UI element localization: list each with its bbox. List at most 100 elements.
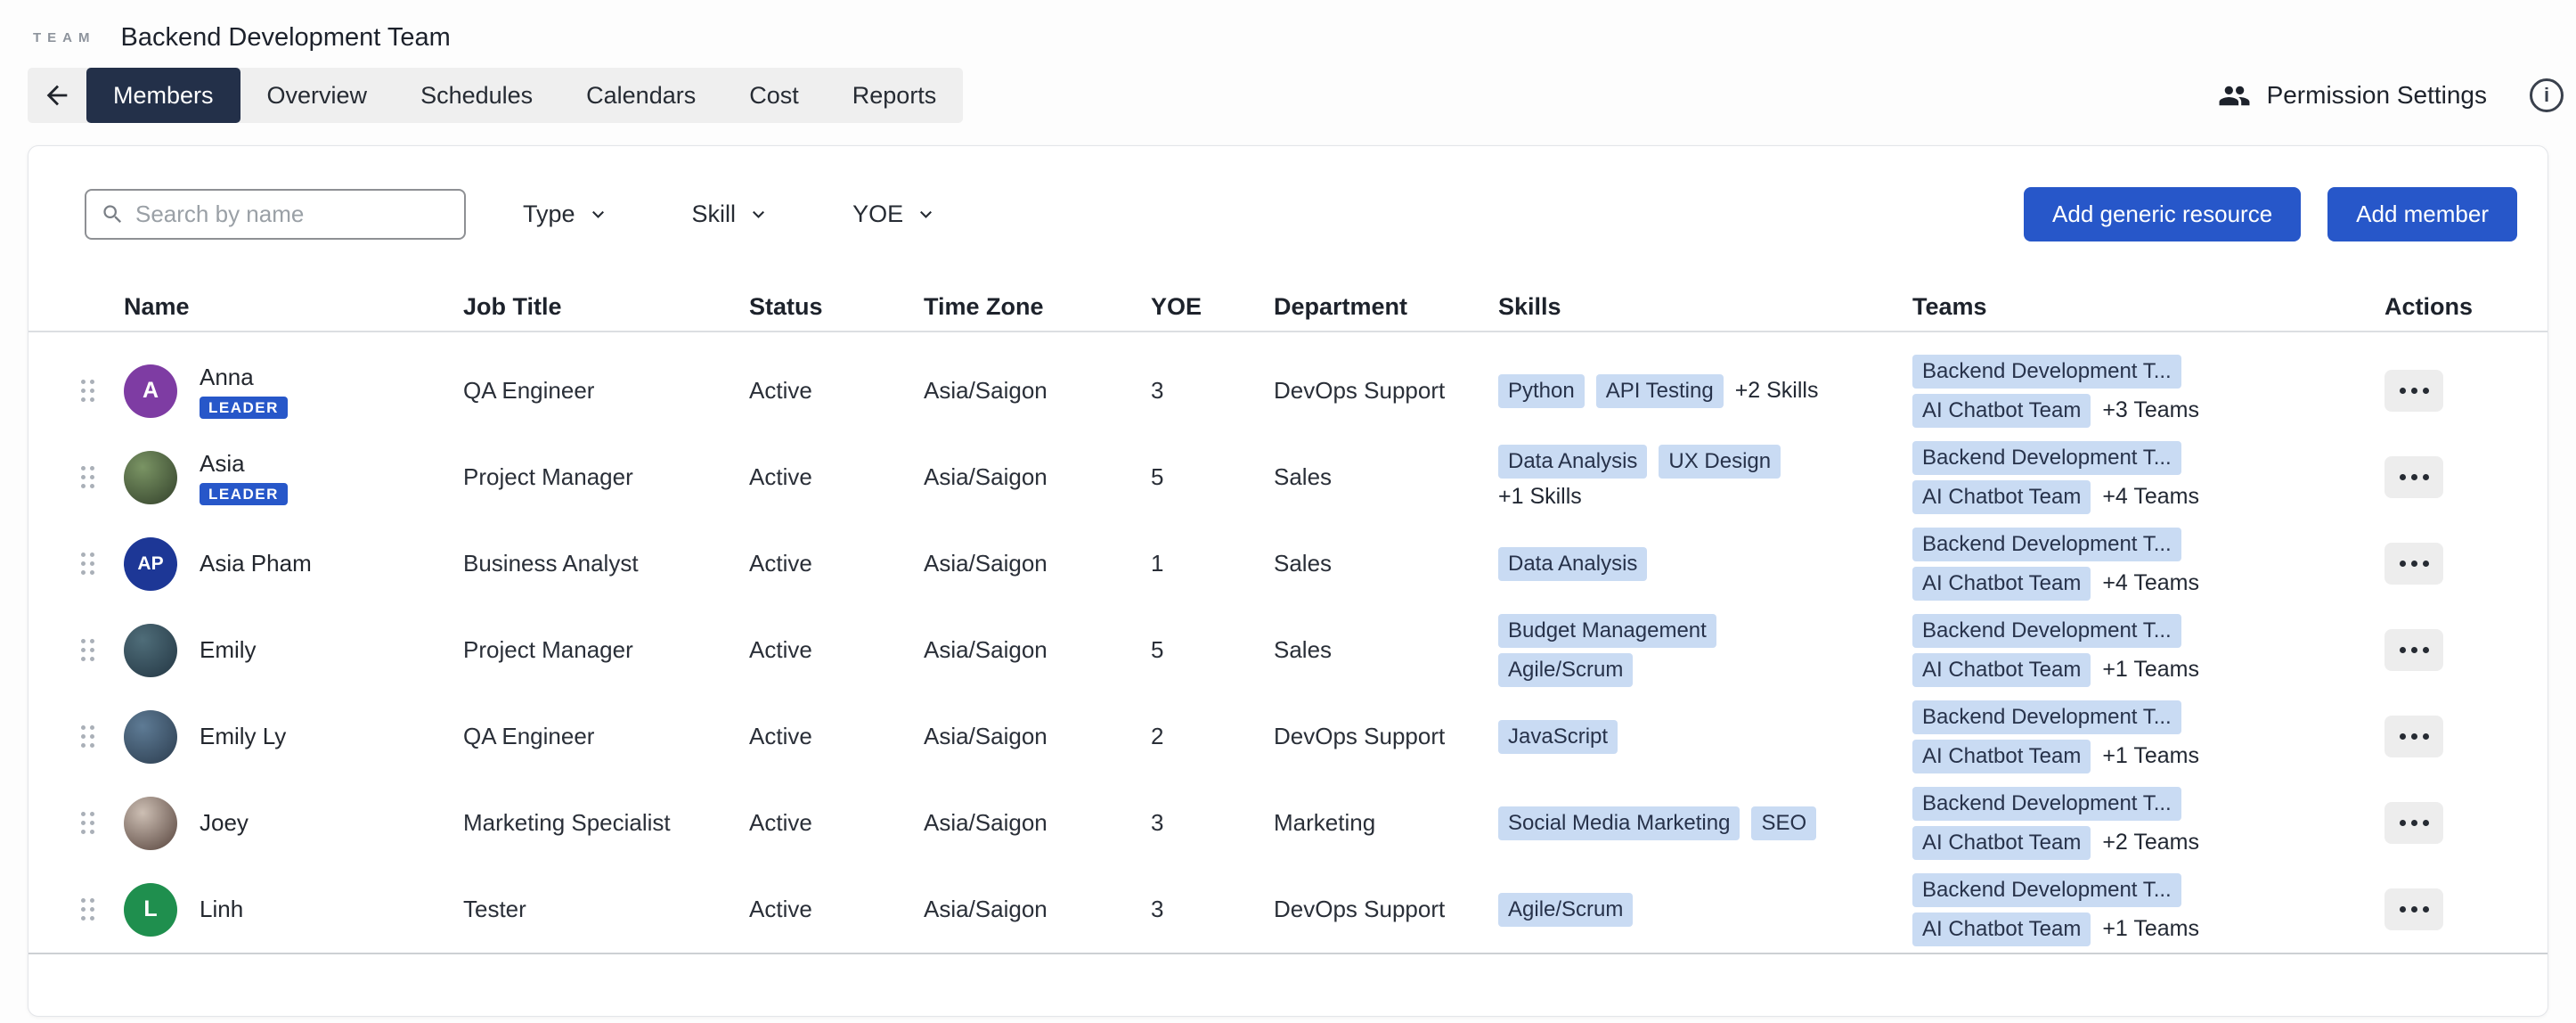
yoe-cell: 5 xyxy=(1151,463,1274,491)
team-line: AI Chatbot Team +1 Teams xyxy=(1912,913,2199,946)
tab-members[interactable]: Members xyxy=(86,68,240,123)
team-chip: Backend Development T... xyxy=(1912,873,2181,907)
skill-line: Agile/Scrum xyxy=(1498,653,1633,687)
column-header-teams: Teams xyxy=(1912,293,2384,321)
search-input[interactable] xyxy=(135,201,450,228)
row-actions-button[interactable] xyxy=(2384,456,2443,498)
more-teams[interactable]: +1 Teams xyxy=(2102,743,2199,769)
add-generic-resource-button[interactable]: Add generic resource xyxy=(2024,187,2301,241)
filter-skill[interactable]: Skill xyxy=(692,201,770,228)
toolbar: Type Skill YOE Add generic resource Add me… xyxy=(29,146,2547,241)
row-actions-button[interactable] xyxy=(2384,370,2443,412)
team-chip: Backend Development T... xyxy=(1912,787,2181,821)
member-cell: Emily Ly xyxy=(124,710,463,764)
skill-chip: SEO xyxy=(1751,806,1816,840)
info-icon[interactable]: i xyxy=(2530,78,2564,112)
job-title-cell: QA Engineer xyxy=(463,377,749,405)
team-line: Backend Development T... xyxy=(1912,873,2181,907)
permission-settings-label: Permission Settings xyxy=(2267,81,2487,110)
more-skills[interactable]: +2 Skills xyxy=(1735,378,1819,404)
table-row: Emily LyQA EngineerActiveAsia/Saigon2Dev… xyxy=(29,693,2547,780)
add-member-button[interactable]: Add member xyxy=(2327,187,2517,241)
row-actions-button[interactable] xyxy=(2384,716,2443,757)
yoe-cell: 3 xyxy=(1151,377,1274,405)
filter-bar: Type Skill YOE xyxy=(523,201,936,228)
drag-handle[interactable] xyxy=(81,812,94,834)
team-line: AI Chatbot Team+3 Teams xyxy=(1912,394,2199,428)
tab-schedules[interactable]: Schedules xyxy=(394,68,559,123)
more-teams[interactable]: +2 Teams xyxy=(2102,830,2199,855)
back-button[interactable] xyxy=(28,68,86,123)
more-skills[interactable]: +1 Skills xyxy=(1498,484,1582,510)
name-block: Joey xyxy=(200,809,249,837)
member-name: Asia xyxy=(200,450,288,478)
drag-handle[interactable] xyxy=(81,725,94,748)
column-header-department: Department xyxy=(1274,293,1498,321)
filter-type[interactable]: Type xyxy=(523,201,608,228)
skill-chip: Agile/Scrum xyxy=(1498,653,1633,687)
team-chip: AI Chatbot Team xyxy=(1912,913,2091,946)
chevron-down-icon xyxy=(748,204,769,225)
department-cell: Sales xyxy=(1274,550,1498,577)
member-name: Anna xyxy=(200,364,288,391)
name-block: Emily xyxy=(200,636,257,664)
skill-chip: Budget Management xyxy=(1498,614,1716,648)
avatar: AP xyxy=(124,537,177,591)
skills-cell: Data Analysis xyxy=(1498,547,1912,581)
tab-calendars[interactable]: Calendars xyxy=(559,68,722,123)
time-zone-cell: Asia/Saigon xyxy=(924,896,1151,923)
team-line: Backend Development T... xyxy=(1912,700,2181,734)
team-chip: Backend Development T... xyxy=(1912,528,2181,561)
time-zone-cell: Asia/Saigon xyxy=(924,809,1151,837)
time-zone-cell: Asia/Saigon xyxy=(924,377,1151,405)
teams-cell: Backend Development T...AI Chatbot Team+… xyxy=(1912,787,2384,860)
more-teams[interactable]: +1 Teams xyxy=(2102,657,2199,683)
actions-cell xyxy=(2384,629,2517,671)
drag-handle[interactable] xyxy=(81,898,94,921)
more-teams[interactable]: +1 Teams xyxy=(2102,916,2199,942)
member-cell: Emily xyxy=(124,624,463,677)
more-teams[interactable]: +4 Teams xyxy=(2102,570,2199,596)
name-block: AsiaLEADER xyxy=(200,450,288,505)
row-actions-button[interactable] xyxy=(2384,629,2443,671)
skills-cell: Budget Management Agile/Scrum xyxy=(1498,614,1912,687)
teams-cell: Backend Development T... AI Chatbot Team+… xyxy=(1912,528,2384,601)
column-header-status: Status xyxy=(749,293,924,321)
permission-settings-button[interactable]: Permission Settings xyxy=(2218,79,2487,112)
column-header-job-title: Job Title xyxy=(463,293,749,321)
more-teams[interactable]: +3 Teams xyxy=(2102,397,2199,423)
drag-handle[interactable] xyxy=(81,639,94,661)
table-row: LLinhTesterActiveAsia/Saigon3DevOps Supp… xyxy=(29,866,2547,953)
row-actions-button[interactable] xyxy=(2384,802,2443,844)
team-line: Backend Development T... xyxy=(1912,528,2181,561)
tab-reports[interactable]: Reports xyxy=(826,68,964,123)
member-name: Emily xyxy=(200,636,257,664)
skills-cell: Agile/Scrum xyxy=(1498,893,1912,927)
tab-overview[interactable]: Overview xyxy=(240,68,395,123)
handle-cell xyxy=(81,552,124,575)
more-teams[interactable]: +4 Teams xyxy=(2102,484,2199,510)
drag-handle[interactable] xyxy=(81,380,94,402)
filter-yoe[interactable]: YOE xyxy=(852,201,936,228)
drag-handle[interactable] xyxy=(81,552,94,575)
member-name: Linh xyxy=(200,896,243,923)
handle-cell xyxy=(81,466,124,488)
status-cell: Active xyxy=(749,636,924,664)
team-line: AI Chatbot Team+1 Teams xyxy=(1912,740,2199,773)
skill-line: Social Media MarketingSEO xyxy=(1498,806,1816,840)
skill-line: +1 Skills xyxy=(1498,484,1582,510)
department-cell: Marketing xyxy=(1274,809,1498,837)
row-actions-button[interactable] xyxy=(2384,543,2443,585)
handle-cell xyxy=(81,639,124,661)
column-header-time-zone: Time Zone xyxy=(924,293,1151,321)
skill-chip: Data Analysis xyxy=(1498,547,1647,581)
teams-cell: Backend Development T... AI Chatbot Team+… xyxy=(1912,700,2384,773)
status-cell: Active xyxy=(749,809,924,837)
row-actions-button[interactable] xyxy=(2384,888,2443,930)
team-chip: AI Chatbot Team xyxy=(1912,653,2091,687)
team-line: AI Chatbot Team+4 Teams xyxy=(1912,567,2199,601)
drag-handle[interactable] xyxy=(81,466,94,488)
tab-cost[interactable]: Cost xyxy=(722,68,826,123)
job-title-cell: Project Manager xyxy=(463,463,749,491)
time-zone-cell: Asia/Saigon xyxy=(924,550,1151,577)
